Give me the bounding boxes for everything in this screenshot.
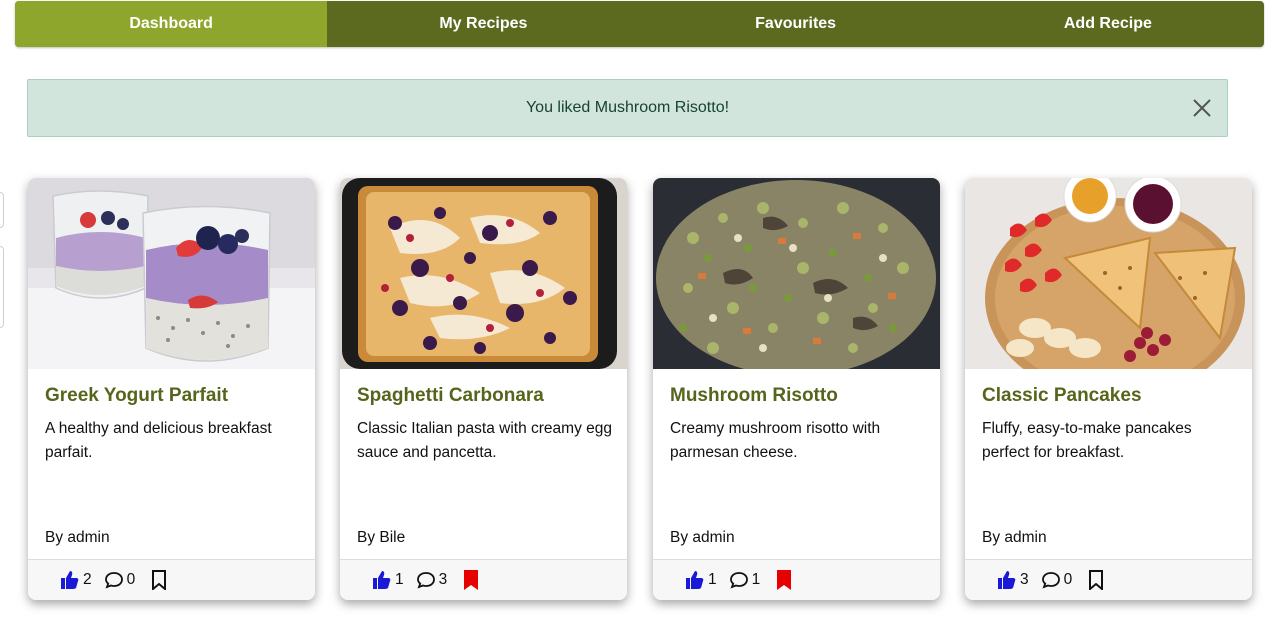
recipe-description: A healthy and delicious breakfast parfai… [45, 420, 272, 461]
bookmark-button[interactable] [463, 570, 479, 590]
like-count: 1 [708, 571, 717, 588]
bookmark-button[interactable] [1088, 570, 1104, 590]
comment-count: 0 [126, 571, 136, 588]
like-button[interactable]: 3 [997, 570, 1029, 590]
comment-button[interactable]: 3 [416, 570, 448, 590]
comment-count: 0 [1063, 571, 1073, 588]
recipe-description: Fluffy, easy-to-make pancakes perfect fo… [982, 420, 1192, 461]
like-button[interactable]: 1 [685, 570, 717, 590]
main-nav: Dashboard My Recipes Favourites Add Reci… [15, 1, 1264, 47]
edge-tab-lower [0, 246, 4, 328]
tab-favourites[interactable]: Favourites [640, 1, 952, 47]
tab-add-recipe[interactable]: Add Recipe [952, 1, 1264, 47]
bookmark-filled-icon [464, 570, 479, 590]
edge-tab-upper [0, 192, 4, 228]
comment-icon [1041, 572, 1060, 589]
comment-icon [416, 572, 435, 589]
comment-button[interactable]: 0 [104, 570, 136, 590]
like-count: 2 [83, 571, 92, 588]
bookmark-filled-icon [777, 570, 792, 590]
recipe-author: By admin [670, 529, 735, 546]
recipe-title[interactable]: Mushroom Risotto [670, 385, 838, 407]
recipe-description: Classic Italian pasta with creamy egg sa… [357, 420, 613, 461]
tab-dashboard[interactable]: Dashboard [15, 1, 328, 47]
recipe-card[interactable]: Classic Pancakes Fluffy, easy-to-make pa… [965, 178, 1252, 600]
like-count: 1 [395, 571, 404, 588]
card-actions: 3 0 [965, 559, 1252, 600]
recipe-title[interactable]: Spaghetti Carbonara [357, 385, 544, 407]
success-alert: You liked Mushroom Risotto! [27, 79, 1228, 137]
like-button[interactable]: 1 [372, 570, 404, 590]
thumbs-up-icon [998, 571, 1016, 589]
bookmark-button[interactable] [151, 570, 167, 590]
recipe-author: By Bile [357, 529, 406, 546]
risotto-photo [653, 178, 940, 369]
pancakes-photo [965, 178, 1252, 369]
close-icon[interactable] [1191, 97, 1213, 119]
tab-my-recipes[interactable]: My Recipes [327, 1, 639, 47]
bookmark-icon [152, 570, 167, 590]
comment-button[interactable]: 0 [1041, 570, 1073, 590]
thumbs-up-icon [61, 571, 79, 589]
recipe-card[interactable]: Greek Yogurt Parfait A healthy and delic… [28, 178, 315, 600]
like-count: 3 [1020, 571, 1029, 588]
comment-count: 1 [751, 571, 761, 588]
comment-count: 3 [438, 571, 448, 588]
bookmark-button[interactable] [776, 570, 792, 590]
recipe-title[interactable]: Classic Pancakes [982, 385, 1142, 407]
alert-message: You liked Mushroom Risotto! [525, 99, 730, 116]
comment-icon [104, 572, 123, 589]
card-actions: 1 3 [340, 559, 627, 600]
card-actions: 1 1 [653, 559, 940, 600]
bookmark-icon [1089, 570, 1104, 590]
yogurt-parfait-photo [28, 178, 315, 369]
thumbs-up-icon [686, 571, 704, 589]
comment-button[interactable]: 1 [729, 570, 761, 590]
thumbs-up-icon [373, 571, 391, 589]
recipe-description: Creamy mushroom risotto with parmesan ch… [670, 420, 881, 461]
recipe-author: By admin [982, 529, 1047, 546]
recipe-author: By admin [45, 529, 110, 546]
comment-icon [729, 572, 748, 589]
card-actions: 2 0 [28, 559, 315, 600]
like-button[interactable]: 2 [60, 570, 92, 590]
berry-cake-photo [340, 178, 627, 369]
recipe-card[interactable]: Spaghetti Carbonara Classic Italian past… [340, 178, 627, 600]
recipe-card[interactable]: Mushroom Risotto Creamy mushroom risotto… [653, 178, 940, 600]
recipe-title[interactable]: Greek Yogurt Parfait [45, 385, 228, 407]
